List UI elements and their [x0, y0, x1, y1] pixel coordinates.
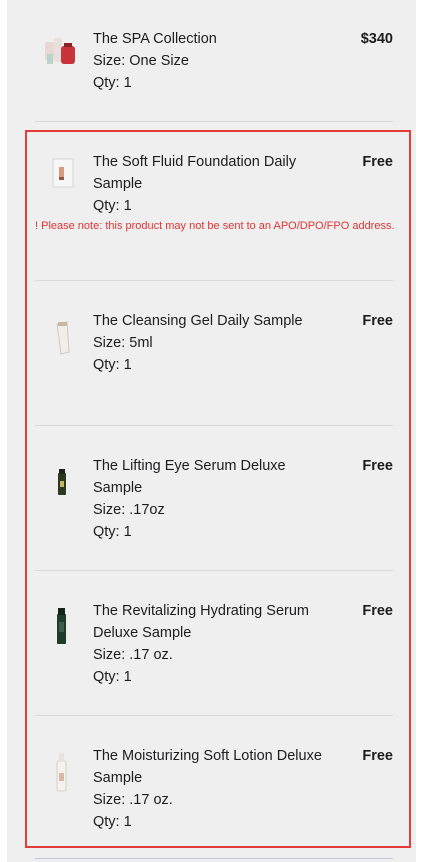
item-size: Size: One Size	[93, 53, 189, 69]
bottom-divider	[35, 858, 393, 859]
cart-item: The SPA Collection Size: One Size Qty: 1…	[35, 28, 393, 98]
highlight-box	[25, 130, 411, 848]
item-name: The SPA Collection	[93, 31, 217, 47]
item-info: The SPA Collection Size: One Size Qty: 1	[93, 28, 323, 94]
divider	[35, 121, 393, 122]
item-qty: Qty: 1	[93, 75, 132, 91]
spa-collection-icon	[45, 38, 75, 64]
item-price: $340	[360, 31, 393, 47]
